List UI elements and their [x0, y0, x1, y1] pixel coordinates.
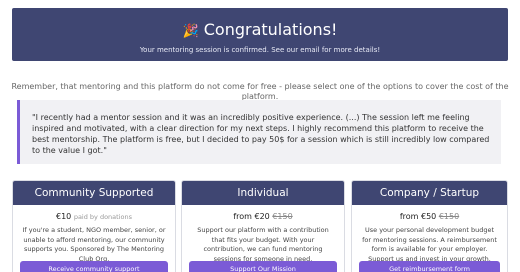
price-value: €20 — [254, 212, 270, 221]
testimonial-quote: "I recently had a mentor session and it … — [17, 100, 501, 164]
plan-card-community: Community Supported €10 paid by donation… — [12, 180, 176, 272]
plan-description: Use your personal development budget for… — [362, 226, 497, 263]
get-reimbursement-form-button[interactable]: Get reimbursement form — [359, 261, 500, 272]
confirmation-banner: 🎉 Congratulations! Your mentoring session… — [12, 8, 508, 61]
plan-description: If you're a student, NGO member, senior,… — [22, 226, 166, 263]
price-value: €50 — [420, 212, 437, 221]
banner-subtitle: Your mentoring session is confirmed. See… — [139, 46, 381, 54]
support-our-mission-button[interactable]: Support Our Mission — [189, 261, 337, 272]
plan-title: Individual — [182, 181, 344, 205]
plan-price: from €20 €150 — [182, 212, 344, 222]
plan-card-company: Company / Startup from €50 €150 Use your… — [351, 180, 508, 272]
plan-description: Support our platform with a contribution… — [197, 226, 329, 263]
plan-title: Community Supported — [13, 181, 175, 205]
payment-notice: Remember, that mentoring and this platfo… — [11, 82, 509, 101]
party-popper-icon: 🎉 — [182, 24, 199, 39]
price-note: paid by donations — [73, 213, 133, 221]
old-price: €150 — [438, 212, 460, 221]
price-prefix: from — [233, 212, 252, 221]
plan-price: from €50 €150 — [352, 212, 507, 222]
price-value: €10 — [55, 212, 72, 221]
banner-title: Congratulations! — [203, 20, 338, 39]
banner-title-row: 🎉 Congratulations! — [12, 21, 508, 41]
plan-card-individual: Individual from €20 €150 Support our pla… — [181, 180, 345, 272]
receive-community-support-button[interactable]: Receive community support — [20, 261, 168, 272]
old-price: €150 — [272, 212, 293, 221]
plan-price: €10 paid by donations — [13, 212, 175, 222]
price-prefix: from — [399, 212, 419, 221]
plan-title: Company / Startup — [352, 181, 507, 205]
